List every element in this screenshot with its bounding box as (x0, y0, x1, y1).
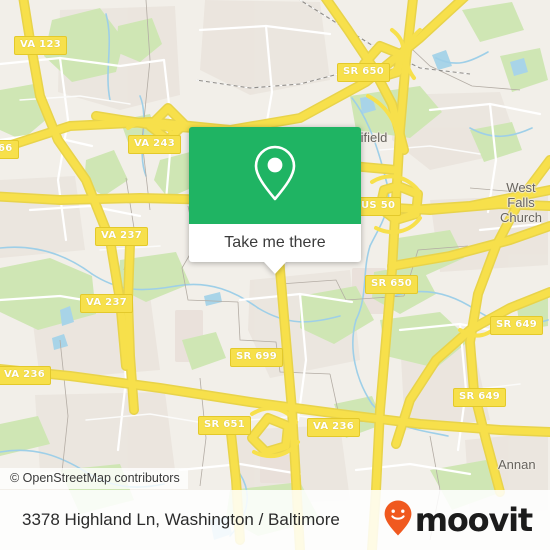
osm-attribution[interactable]: © OpenStreetMap contributors (0, 468, 188, 489)
callout-action-panel[interactable]: Take me there (189, 224, 361, 262)
address-label: 3378 Highland Ln, Washington / Baltimore (22, 510, 340, 529)
road-shield: VA 123 (14, 36, 67, 55)
road-shield: VA 237 (80, 294, 133, 313)
road-shield: VA 236 (0, 366, 51, 385)
callout-green-panel (189, 127, 361, 224)
moovit-logo[interactable]: moovit (383, 499, 533, 542)
road-shield: SR 651 (198, 416, 252, 435)
moovit-wordmark: moovit (414, 501, 533, 539)
road-shield: US 50 (355, 197, 402, 216)
road-shield: SR 650 (365, 275, 419, 294)
map-screenshot: .rdcase{stroke:#e8d34a;stroke-linecap:ro… (0, 0, 550, 550)
road-shield: 66 (0, 140, 19, 159)
road-shield: SR 699 (230, 348, 284, 367)
moovit-smiley-pin-icon (383, 499, 413, 542)
take-me-there-label: Take me there (224, 234, 326, 251)
road-shield: SR 649 (453, 388, 507, 407)
road-shield: VA 236 (307, 418, 360, 437)
footer-bar: 3378 Highland Ln, Washington / Baltimore… (0, 490, 550, 550)
road-shield: SR 649 (490, 316, 544, 335)
callout-pointer-tail (264, 262, 286, 274)
road-shield: VA 243 (128, 135, 181, 154)
location-callout-card[interactable]: Take me there (189, 127, 361, 274)
road-shield: SR 650 (337, 63, 391, 82)
map-pin-icon (252, 144, 298, 207)
road-shield: VA 237 (95, 227, 148, 246)
